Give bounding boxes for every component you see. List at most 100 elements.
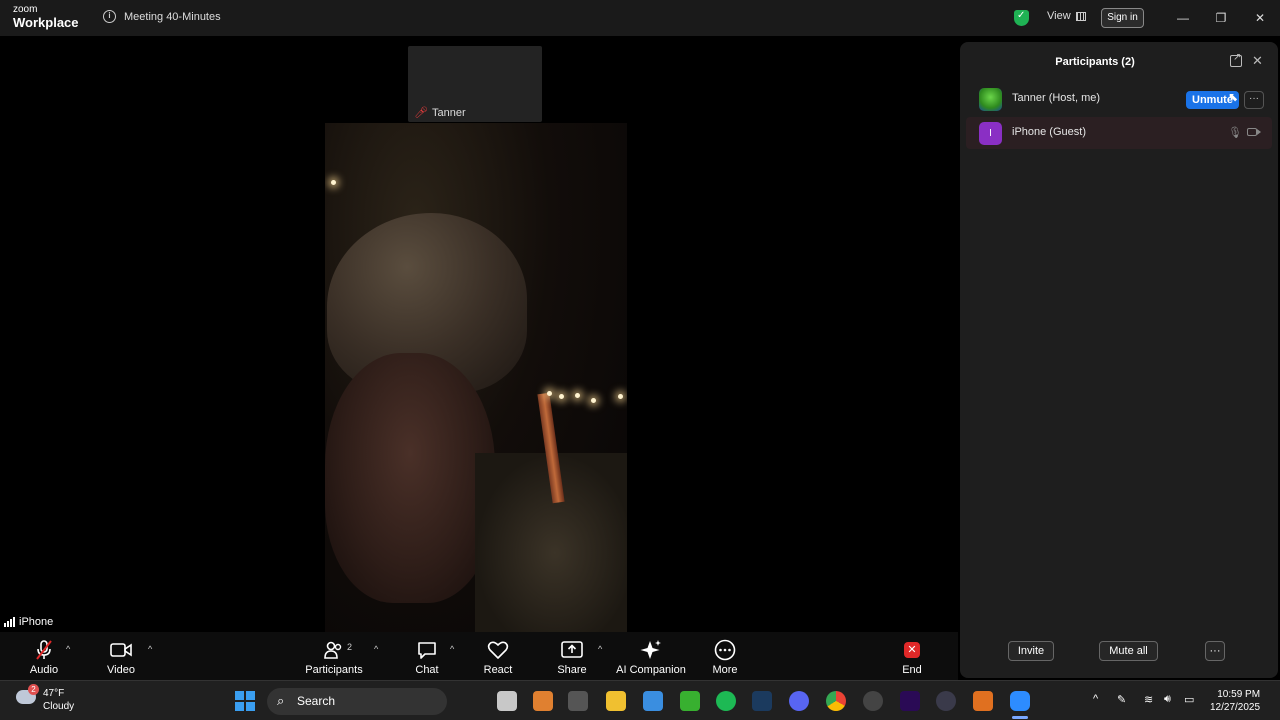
participant-name: iPhone (Guest) xyxy=(1012,126,1086,138)
react-label: React xyxy=(483,664,513,676)
participants-options-caret-icon[interactable]: ^ xyxy=(374,644,378,654)
app-icon-4[interactable] xyxy=(863,691,883,711)
taskbar-search[interactable]: ⌕ Search xyxy=(267,688,447,715)
video-light xyxy=(547,391,552,396)
file-explorer-icon[interactable] xyxy=(606,691,626,711)
restore-icon[interactable]: ❐ xyxy=(1211,8,1231,28)
video-label: Video xyxy=(107,664,135,676)
participants-count: 2 xyxy=(347,642,353,652)
more-label: More xyxy=(712,664,738,676)
participants-label: Participants xyxy=(305,664,363,676)
weather-temp: 47°F xyxy=(43,688,65,699)
weather-badge: 2 xyxy=(28,684,39,695)
participant-row[interactable]: I iPhone (Guest) 🎙︎ xyxy=(966,117,1272,149)
info-icon: i xyxy=(103,10,116,23)
share-button[interactable]: Share xyxy=(555,638,589,676)
active-speaker-label: iPhone xyxy=(4,616,53,628)
ai-companion-label: AI Companion xyxy=(616,664,686,676)
tray-overflow-chevron-icon[interactable]: ^ xyxy=(1093,693,1098,705)
close-panel-icon[interactable]: ✕ xyxy=(1252,53,1263,69)
audio-options-caret-icon[interactable]: ^ xyxy=(66,644,70,654)
view-label: View xyxy=(1047,10,1071,22)
premiere-icon[interactable] xyxy=(900,691,920,711)
clock-time: 10:59 PM xyxy=(1217,689,1261,700)
participant-row[interactable]: Tanner (Host, me) Unmute ⬉ ··· xyxy=(966,83,1272,115)
fl-studio-icon[interactable] xyxy=(973,691,993,711)
app-icon-1[interactable] xyxy=(497,691,517,711)
search-icon: ⌕ xyxy=(277,693,285,708)
search-label: Search xyxy=(297,694,336,708)
spotify-icon[interactable] xyxy=(716,691,736,711)
popout-icon[interactable] xyxy=(1230,52,1242,67)
photos-icon[interactable] xyxy=(643,691,663,711)
zoom-workplace-logo: zoom Workplace xyxy=(13,4,79,30)
end-label: End xyxy=(902,664,922,676)
wifi-icon[interactable]: ≋ xyxy=(1144,693,1153,706)
video-light xyxy=(331,180,336,185)
discord-icon[interactable] xyxy=(789,691,809,711)
battery-icon[interactable]: ▭ xyxy=(1184,693,1194,706)
video-light xyxy=(618,394,623,399)
logo-line-2: Workplace xyxy=(13,15,79,30)
taskbar-clock[interactable]: 10:59 PM 12/27/2025 xyxy=(1210,688,1260,714)
ai-companion-button[interactable]: AI Companion xyxy=(615,638,687,676)
meeting-title: Meeting 40-Minutes xyxy=(124,10,221,23)
panel-more-button[interactable]: ··· xyxy=(1205,641,1225,661)
close-window-icon[interactable]: ✕ xyxy=(1250,8,1270,28)
ai-sparkle-icon xyxy=(615,638,687,662)
app-icon-2[interactable] xyxy=(533,691,553,711)
tile-name: Tanner xyxy=(431,106,466,119)
participant-more-button[interactable]: ··· xyxy=(1244,91,1264,109)
chat-options-caret-icon[interactable]: ^ xyxy=(450,644,454,654)
encryption-shield-icon[interactable] xyxy=(1014,10,1029,26)
muted-mic-icon: 🎤︎ xyxy=(414,107,428,119)
video-stage: 🎤︎ Tanner iPhone xyxy=(0,36,958,632)
volume-icon[interactable]: 🔊︎ xyxy=(1164,693,1171,706)
heart-icon xyxy=(481,638,515,662)
avatar: I xyxy=(979,122,1002,145)
windows-start-icon[interactable] xyxy=(235,691,255,711)
more-button[interactable]: More xyxy=(709,638,741,676)
weather-desc: Cloudy xyxy=(43,701,75,712)
view-button[interactable]: View xyxy=(1047,10,1086,22)
minimize-icon[interactable]: — xyxy=(1173,8,1193,28)
video-options-caret-icon[interactable]: ^ xyxy=(148,644,152,654)
mute-all-button[interactable]: Mute all xyxy=(1099,641,1158,661)
active-app-indicator xyxy=(1012,716,1028,719)
chat-button[interactable]: Chat xyxy=(412,638,442,676)
react-button[interactable]: React xyxy=(481,638,515,676)
tile-name-label: 🎤︎ Tanner xyxy=(414,106,466,120)
chrome-icon[interactable] xyxy=(826,691,846,711)
windows-taskbar: 2 47°F Cloudy ⌕ Search ^ ✎ ≋ 🔊︎ ▭ 10:59 … xyxy=(0,680,1280,720)
logo-line-1: zoom xyxy=(13,4,38,15)
tray-app-icon[interactable]: ✎ xyxy=(1117,693,1126,706)
app-icon-5[interactable] xyxy=(936,691,956,711)
share-options-caret-icon[interactable]: ^ xyxy=(598,644,602,654)
sign-in-button[interactable]: Sign in xyxy=(1101,8,1144,28)
end-x-icon: ✕ xyxy=(904,642,920,658)
audio-label: Audio xyxy=(29,664,59,676)
avatar xyxy=(979,88,1002,111)
app-icon-3[interactable] xyxy=(568,691,588,711)
participants-button[interactable]: Participants xyxy=(304,638,364,676)
grid-view-icon xyxy=(1075,11,1086,21)
meeting-toolbar: Audio ^ Video ^ Participants 2 ^ Chat ^ … xyxy=(0,632,958,680)
video-button[interactable]: Video xyxy=(104,638,138,676)
participant-tile-tanner[interactable]: 🎤︎ Tanner xyxy=(408,46,542,122)
signal-bars-icon xyxy=(4,617,15,627)
end-meeting-button[interactable]: ✕ End xyxy=(898,638,926,676)
minecraft-icon[interactable] xyxy=(680,691,700,711)
meeting-info-button[interactable]: i Meeting 40-Minutes xyxy=(103,10,221,23)
steam-icon[interactable] xyxy=(752,691,772,711)
chat-icon xyxy=(412,638,442,662)
audio-button[interactable]: Audio xyxy=(28,638,60,676)
participants-panel: Participants (2) ✕ Tanner (Host, me) Unm… xyxy=(960,42,1278,678)
video-face xyxy=(325,353,495,603)
video-light xyxy=(575,393,580,398)
participant-name: Tanner (Host, me) xyxy=(1012,92,1101,104)
zoom-taskbar-icon[interactable] xyxy=(1010,691,1030,711)
title-bar: zoom Workplace i Meeting 40-Minutes View… xyxy=(0,0,1280,36)
video-light xyxy=(591,398,596,403)
chat-label: Chat xyxy=(415,664,439,676)
invite-button[interactable]: Invite xyxy=(1008,641,1054,661)
